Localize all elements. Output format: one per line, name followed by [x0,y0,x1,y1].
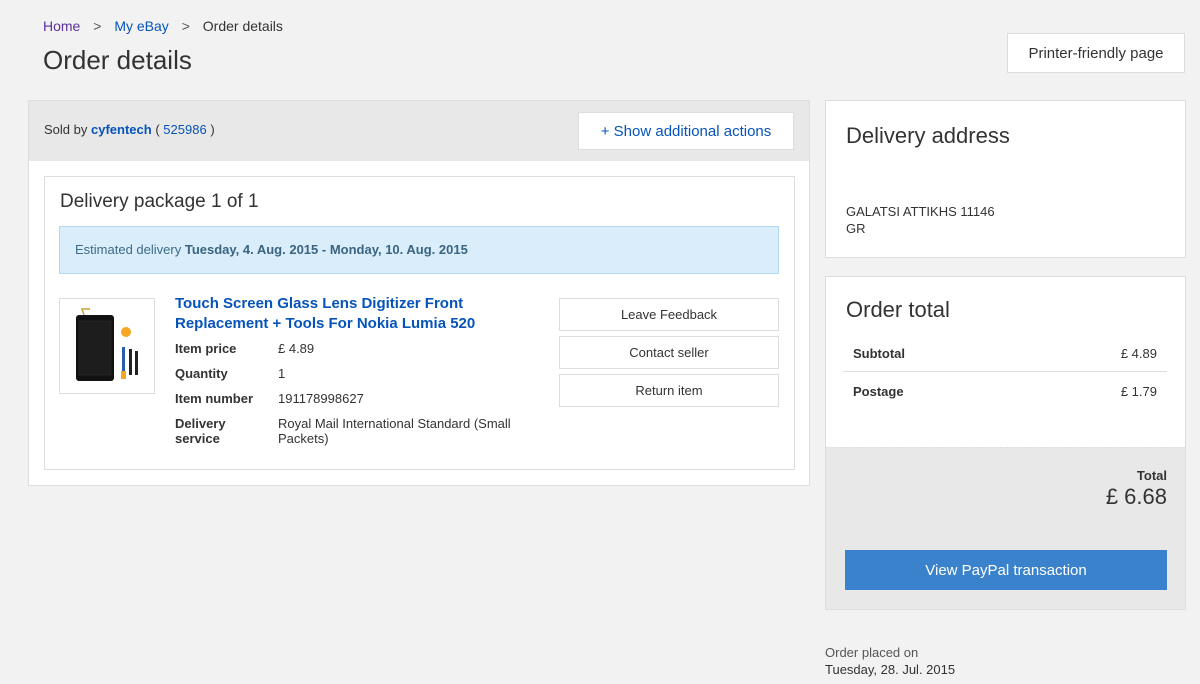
printer-friendly-button[interactable]: Printer-friendly page [1007,33,1185,73]
spec-value: 1 [278,366,286,381]
breadcrumb-home-link[interactable]: Home [43,18,80,34]
spec-row-item-number: Item number 191178998627 [175,391,518,406]
postage-row: Postage £ 1.79 [843,373,1167,409]
return-item-button[interactable]: Return item [559,374,779,407]
breadcrumb-myebay-link[interactable]: My eBay [114,18,168,34]
order-placed-info: Order placed on Tuesday, 28. Jul. 2015 [825,644,955,678]
spec-label: Quantity [175,366,228,381]
item-title-link[interactable]: Touch Screen Glass Lens Digitizer Front … [175,294,515,334]
address-lines: GALATSI ATTIKHS 11146 GR [846,203,995,237]
spec-label: Item price [175,341,237,356]
page-title: Order details [43,45,192,75]
view-paypal-transaction-button[interactable]: View PayPal transaction [845,550,1167,590]
breadcrumb-separator: > [93,18,102,34]
sold-by-label: Sold by [44,122,88,137]
spec-label: Item number [175,391,254,406]
spec-value: 191178998627 [278,391,364,406]
item-specs: Item price £ 4.89 Quantity 1 Item number… [175,341,518,456]
seller-bar: Sold by cyfentech ( 525986 ) + Show addi… [29,101,809,161]
order-panel: Sold by cyfentech ( 525986 ) + Show addi… [28,100,810,486]
seller-feedback-score-link[interactable]: 525986 [163,122,206,137]
estimated-delivery-banner: Estimated delivery Tuesday, 4. Aug. 2015… [59,226,779,274]
spec-row-quantity: Quantity 1 [175,366,518,381]
order-placed-label: Order placed on [825,645,919,660]
address-country: GR [846,221,866,236]
postage-label: Postage [853,383,904,399]
paren-open: ( [155,122,160,137]
order-placed-date: Tuesday, 28. Jul. 2015 [825,662,956,677]
spec-value: Royal Mail International Standard (Small… [278,416,511,446]
seller-name-link[interactable]: cyfentech [91,122,152,137]
total-label: Total [1136,468,1167,483]
spec-row-delivery-service: Delivery service Royal Mail Internationa… [175,416,518,446]
grand-total-area: Total £ 6.68 View PayPal transaction [826,447,1185,609]
seller-info: Sold by cyfentech ( 525986 ) [44,122,215,137]
total-value: £ 6.68 [1105,484,1167,509]
subtotal-value: £ 4.89 [1120,346,1157,361]
breadcrumb-current: Order details [202,18,283,34]
contact-seller-button[interactable]: Contact seller [559,336,779,369]
leave-feedback-button[interactable]: Leave Feedback [559,298,779,331]
product-thumbnail[interactable] [59,298,155,394]
address-line-1: GALATSI ATTIKHS 11146 [846,204,995,219]
spec-label: Delivery service [175,416,226,446]
spec-row-item-price: Item price £ 4.89 [175,341,518,356]
breadcrumb-separator: > [181,18,190,34]
phone-digitizer-with-tools-image [76,308,138,381]
subtotal-label: Subtotal [853,346,905,361]
breadcrumb: Home > My eBay > Order details [43,18,283,34]
paren-close: ) [210,122,215,137]
spec-value: £ 4.89 [278,341,315,356]
subtotal-row: Subtotal £ 4.89 [843,336,1167,372]
show-additional-actions-button[interactable]: + Show additional actions [578,112,794,150]
order-total-heading: Order total [846,297,950,322]
postage-value: £ 1.79 [1120,383,1157,399]
estimated-delivery-dates: Tuesday, 4. Aug. 2015 - Monday, 10. Aug.… [184,242,468,257]
delivery-address-heading: Delivery address [846,123,1010,148]
package-title: Delivery package 1 of 1 [60,191,259,212]
order-total-card: Order total Subtotal £ 4.89 Postage £ 1.… [825,276,1186,610]
delivery-package: Delivery package 1 of 1 Estimated delive… [44,176,795,470]
delivery-address-card: Delivery address GALATSI ATTIKHS 11146 G… [825,100,1186,258]
estimated-delivery-label: Estimated delivery [75,242,182,257]
